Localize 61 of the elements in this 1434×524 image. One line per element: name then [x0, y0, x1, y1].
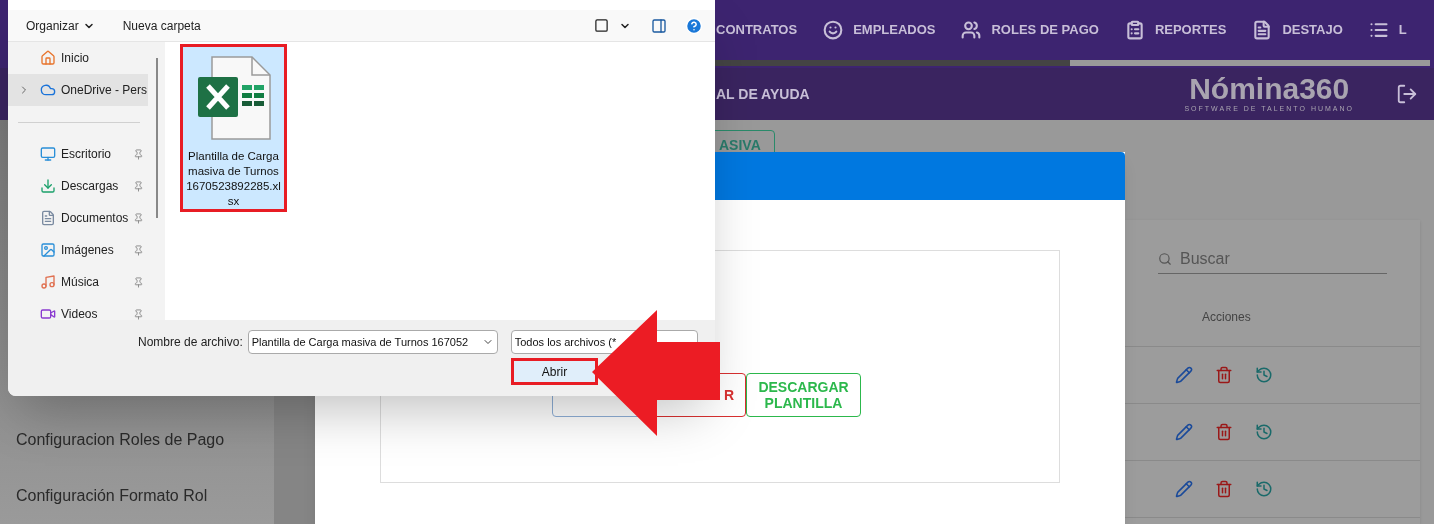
- list-icon: [1368, 20, 1389, 40]
- nav-item[interactable]: REPORTES: [1124, 20, 1227, 40]
- spreadsheet-icon: [195, 55, 272, 141]
- file-name-label: Nombre de archivo:: [138, 334, 243, 351]
- edit-icon[interactable]: [1175, 480, 1193, 498]
- sidebar-item[interactable]: Configuracion Roles de Pago: [0, 412, 274, 468]
- scrollbar-thumb[interactable]: [155, 58, 158, 218]
- help-icon[interactable]: [685, 16, 703, 35]
- nav-pane-item[interactable]: Imágenes: [8, 234, 148, 266]
- history-icon[interactable]: [1255, 366, 1273, 384]
- organize-button[interactable]: Organizar: [26, 16, 95, 35]
- nav-pane-item[interactable]: Videos: [8, 298, 148, 320]
- file-item[interactable]: Plantilla de Carga masiva de Turnos 1670523892285.xlsx: [180, 44, 287, 212]
- music-icon: [40, 274, 56, 290]
- history-icon[interactable]: [1255, 423, 1273, 441]
- nav-pane-item[interactable]: OneDrive - Pers: [8, 74, 148, 106]
- nav-pane-item[interactable]: Documentos: [8, 202, 148, 234]
- nav-item[interactable]: ROLES DE PAGO: [961, 20, 1099, 40]
- download-icon: [40, 178, 56, 194]
- nav-item[interactable]: CONTRATOS: [716, 20, 798, 40]
- pin-icon: [133, 148, 144, 160]
- document-icon: [1252, 20, 1273, 40]
- home-icon: [40, 50, 56, 66]
- delete-icon[interactable]: [1215, 423, 1233, 441]
- pin-icon: [133, 244, 144, 256]
- pin-icon: [133, 180, 144, 192]
- file-name-field[interactable]: Plantilla de Carga masiva de Turnos 167052: [247, 330, 498, 354]
- clipboard-icon: [1124, 20, 1145, 40]
- view-icon[interactable]: [594, 18, 609, 33]
- desktop-icon: [40, 146, 56, 162]
- edit-icon[interactable]: [1175, 423, 1193, 441]
- nav-item[interactable]: L: [1368, 20, 1407, 40]
- new-folder-button[interactable]: Nueva carpeta: [122, 16, 201, 35]
- edit-icon[interactable]: [1175, 366, 1193, 384]
- image-icon: [40, 242, 56, 258]
- sidebar-item[interactable]: Configuración Formato Rol: [0, 468, 274, 524]
- history-icon[interactable]: [1255, 480, 1273, 498]
- pin-icon: [133, 276, 144, 288]
- nav-pane-item[interactable]: Inicio: [8, 42, 148, 74]
- users-icon: [961, 20, 982, 40]
- delete-icon[interactable]: [1215, 480, 1233, 498]
- pin-icon: [133, 308, 144, 320]
- open-button[interactable]: Abrir: [511, 358, 598, 385]
- file-name: Plantilla de Carga masiva de Turnos 1670523892285.xlsx: [185, 149, 282, 209]
- help-link[interactable]: AL DE AYUDA: [716, 83, 810, 105]
- logout-icon[interactable]: [1396, 83, 1418, 105]
- cloud-icon: [40, 82, 56, 98]
- nav-pane-item[interactable]: Música: [8, 266, 148, 298]
- search-field[interactable]: Buscar: [1180, 246, 1387, 271]
- nav-item[interactable]: DESTAJO: [1252, 20, 1343, 40]
- preview-pane-icon[interactable]: [651, 17, 667, 34]
- nav-pane-item[interactable]: Descargas: [8, 170, 148, 202]
- column-header: Acciones: [1202, 309, 1251, 326]
- nav-item[interactable]: EMPLEADOS: [823, 20, 936, 40]
- pin-icon: [133, 212, 144, 224]
- document-icon: [40, 210, 56, 226]
- nav-pane-item[interactable]: Escritorio: [8, 138, 148, 170]
- logo-text: Nómina360: [1189, 73, 1350, 104]
- video-icon: [40, 306, 56, 320]
- delete-icon[interactable]: [1215, 366, 1233, 384]
- face-icon: [823, 20, 844, 40]
